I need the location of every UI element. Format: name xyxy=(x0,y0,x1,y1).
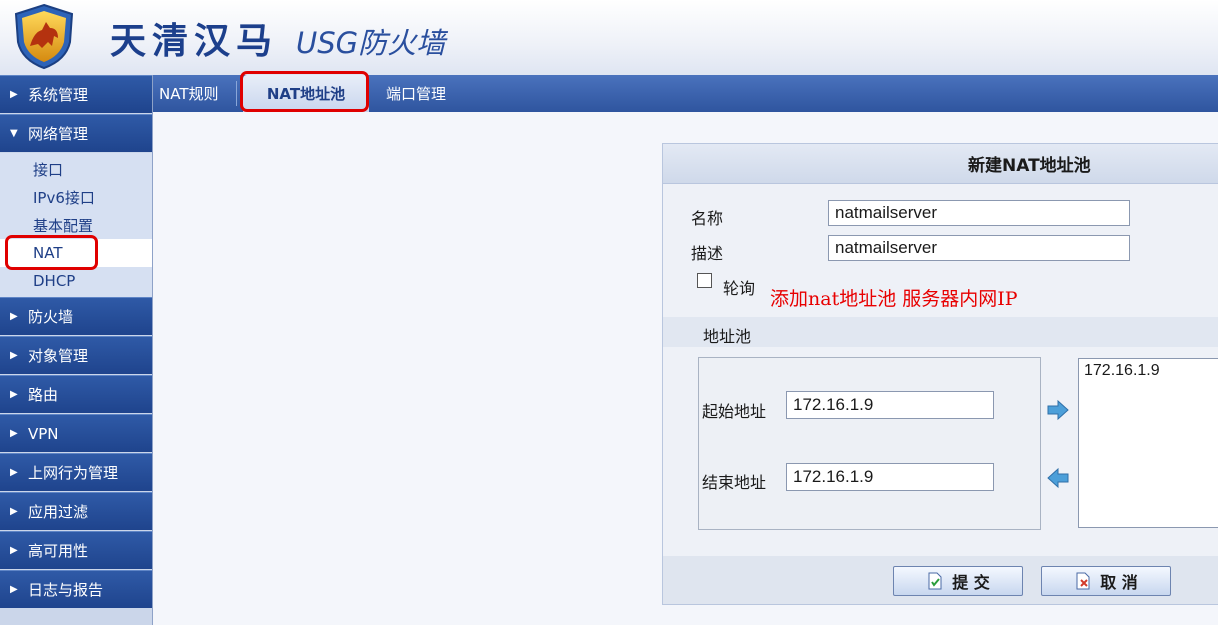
pool-section-label: 地址池 xyxy=(703,327,752,346)
sidebar-item-label: 上网行为管理 xyxy=(28,464,119,482)
sidebar-item-vpn[interactable]: ▶ VPN xyxy=(0,414,152,452)
chevron-right-icon: ▶ xyxy=(10,350,18,361)
name-label: 名称 xyxy=(691,209,724,228)
sidebar-item-label: 应用过滤 xyxy=(28,503,89,521)
sidebar-item-objects[interactable]: ▶ 对象管理 xyxy=(0,336,152,374)
chevron-right-icon: ▶ xyxy=(10,389,18,400)
chevron-right-icon: ▶ xyxy=(10,584,18,595)
shield-horse-logo-icon xyxy=(14,3,74,70)
sidebar-item-routing[interactable]: ▶ 路由 xyxy=(0,375,152,413)
cancel-button[interactable]: 取 消 xyxy=(1041,566,1171,596)
chevron-right-icon: ▶ xyxy=(10,311,18,322)
chevron-right-icon: ▶ xyxy=(10,428,18,439)
arrow-left-icon[interactable] xyxy=(1046,467,1070,489)
chevron-right-icon: ▶ xyxy=(10,545,18,556)
sidebar-item-label: 系统管理 xyxy=(28,86,89,104)
sidebar-item-web-behavior[interactable]: ▶ 上网行为管理 xyxy=(0,453,152,491)
sidebar-subitem-nat[interactable]: NAT xyxy=(0,239,152,267)
submit-doc-icon xyxy=(928,572,942,590)
sidebar-subitem-dhcp[interactable]: DHCP xyxy=(0,267,152,295)
end-address-label: 结束地址 xyxy=(702,473,767,492)
address-range-group xyxy=(698,357,1041,530)
sidebar-item-logs-reports[interactable]: ▶ 日志与报告 xyxy=(0,570,152,608)
list-item[interactable]: 172.16.1.9 xyxy=(1084,362,1213,380)
polling-checkbox[interactable] xyxy=(697,273,712,288)
end-address-input[interactable]: 172.16.1.9 xyxy=(786,463,994,491)
chevron-right-icon: ▶ xyxy=(10,89,18,100)
sidebar-item-label: 高可用性 xyxy=(28,542,89,560)
tab-nat-address-pool[interactable]: NAT地址池 xyxy=(243,75,369,112)
submit-label: 提 交 xyxy=(952,573,990,592)
sidebar: ▶ 系统管理 ▼ 网络管理 接口 IPv6接口 基本配置 NAT DHCP ▶ 防火墙… xyxy=(0,75,153,625)
sidebar-item-label: 防火墙 xyxy=(28,308,74,326)
submit-button[interactable]: 提 交 xyxy=(893,566,1023,596)
sidebar-item-firewall[interactable]: ▶ 防火墙 xyxy=(0,297,152,335)
sidebar-item-app-filter[interactable]: ▶ 应用过滤 xyxy=(0,492,152,530)
panel-title: 新建NAT地址池 xyxy=(663,144,1218,184)
sidebar-item-label: VPN xyxy=(28,424,59,443)
start-address-label: 起始地址 xyxy=(702,402,767,421)
description-label: 描述 xyxy=(691,244,724,263)
polling-label: 轮询 xyxy=(723,279,756,298)
sidebar-item-label: 对象管理 xyxy=(28,347,89,365)
sidebar-item-high-availability[interactable]: ▶ 高可用性 xyxy=(0,531,152,569)
cancel-doc-icon xyxy=(1076,572,1090,590)
tab-divider xyxy=(236,81,237,106)
chevron-down-icon: ▼ xyxy=(10,128,18,139)
cancel-label: 取 消 xyxy=(1100,573,1138,592)
sidebar-item-system[interactable]: ▶ 系统管理 xyxy=(0,75,152,113)
arrow-right-icon[interactable] xyxy=(1046,399,1070,421)
name-input[interactable]: natmailserver xyxy=(828,200,1130,226)
description-input[interactable]: natmailserver xyxy=(828,235,1130,261)
sidebar-item-label: 日志与报告 xyxy=(28,581,104,599)
tab-port-management[interactable]: 端口管理 xyxy=(386,75,446,112)
chevron-right-icon: ▶ xyxy=(10,467,18,478)
app-header: 天清汉马 USG防火墙 xyxy=(0,0,1218,75)
start-address-input[interactable]: 172.16.1.9 xyxy=(786,391,994,419)
product-name: USG防火墙 xyxy=(296,26,446,60)
brand-name: 天清汉马 xyxy=(110,20,279,62)
sidebar-subitem-interface[interactable]: 接口 xyxy=(0,155,152,183)
network-submenu: 接口 IPv6接口 基本配置 NAT DHCP xyxy=(0,153,152,297)
chevron-right-icon: ▶ xyxy=(10,506,18,517)
address-pool-list[interactable]: 172.16.1.9 xyxy=(1078,358,1218,528)
tab-bar: NAT规则 NAT地址池 端口管理 xyxy=(153,75,1218,112)
annotation-text: 添加nat地址池 服务器内网IP xyxy=(770,288,1018,310)
sidebar-item-label: 路由 xyxy=(28,386,59,404)
sidebar-subitem-basic-config[interactable]: 基本配置 xyxy=(0,211,152,239)
sidebar-subitem-ipv6-interface[interactable]: IPv6接口 xyxy=(0,183,152,211)
sidebar-item-network[interactable]: ▼ 网络管理 xyxy=(0,114,152,152)
tab-nat-rules[interactable]: NAT规则 xyxy=(159,75,218,112)
sidebar-item-label: 网络管理 xyxy=(28,125,89,143)
